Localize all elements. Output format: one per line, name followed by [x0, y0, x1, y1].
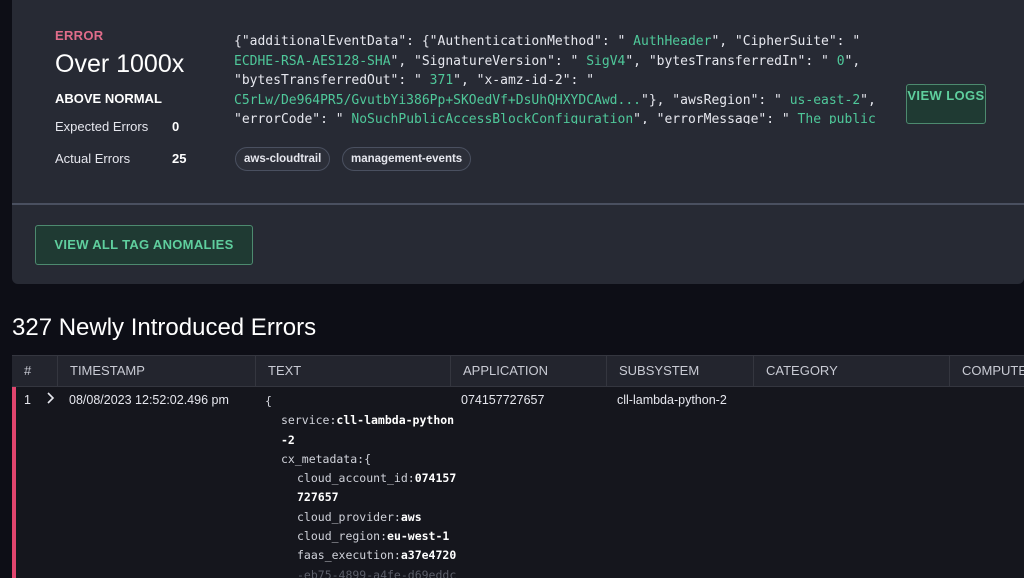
log-key: ", "x-amz-id-2": "	[453, 73, 595, 88]
view-all-tag-anomalies-button[interactable]: VIEW ALL TAG ANOMALIES	[35, 225, 253, 265]
json-key: {	[265, 394, 272, 408]
json-key: cloud_account_id:	[297, 471, 415, 486]
json-key: faas_execution:	[297, 548, 401, 563]
json-value: -eb75-4899-a4fe-d69eddc	[297, 567, 457, 578]
row-text-json: { service:cll-lambda-python -2 cx_metadata:…	[265, 392, 456, 578]
json-line: -eb75-4899-a4fe-d69eddc	[265, 566, 456, 578]
row-timestamp: 08/08/2023 12:52:02.496 pm	[69, 393, 229, 407]
column-header-index[interactable]: #	[12, 356, 58, 386]
tag-aws-cloudtrail[interactable]: aws-cloudtrail	[235, 147, 331, 171]
column-header-application[interactable]: APPLICATION	[451, 356, 607, 386]
log-sample-text: {"additionalEventData": {"Authentication…	[234, 32, 894, 124]
log-line: C5rLw/De964PR5/GvutbYi386Pp+SKOedVf+DsUh…	[234, 91, 894, 111]
log-value: 0	[836, 53, 845, 69]
expected-errors-value: 0	[172, 119, 180, 134]
log-value: NoSuchPublicAccessBlockConfiguration	[351, 112, 634, 124]
log-line: {"additionalEventData": {"Authentication…	[234, 32, 894, 52]
column-header-computer[interactable]: COMPUTER	[950, 356, 1024, 386]
json-line: service:cll-lambda-python	[265, 411, 454, 430]
actual-errors-label: Actual Errors	[55, 151, 131, 166]
json-line: cloud_provider:aws	[265, 508, 450, 527]
json-line: -2	[265, 431, 450, 450]
section-title: 327 Newly Introduced Errors	[12, 314, 317, 341]
json-value: cll-lambda-python	[336, 413, 455, 428]
json-key: cx_metadata:{	[281, 451, 372, 466]
row-subsystem: cll-lambda-python-2	[617, 393, 727, 407]
log-key: ", "CipherSuite": "	[711, 34, 861, 49]
row-index: 1	[24, 393, 31, 407]
log-key: ", "SignatureVersion": "	[390, 53, 587, 69]
json-line: 727657	[265, 488, 450, 507]
column-header-category[interactable]: CATEGORY	[754, 356, 950, 386]
json-value: eu-west-1	[387, 529, 450, 544]
log-line: ECDHE-RSA-AES128-SHA", "SignatureVersion…	[234, 52, 894, 72]
tag-management-events[interactable]: management-events	[342, 147, 472, 171]
json-line: cloud_region:eu-west-1	[265, 527, 450, 546]
log-key: "bytesTransferredOut": "	[234, 73, 430, 88]
log-value: SigV4	[586, 53, 626, 69]
actual-errors-value: 25	[172, 151, 187, 166]
table-header: # TIMESTAMP TEXT APPLICATION SUBSYSTEM C…	[12, 355, 1024, 387]
json-key: cloud_provider:	[297, 509, 401, 524]
log-key: ",	[844, 53, 861, 69]
log-key: ", "bytesTransferredIn": "	[625, 53, 837, 69]
json-line: cx_metadata:{	[265, 450, 450, 469]
error-count: Over 1000x	[55, 50, 185, 78]
log-value: AuthHeader	[633, 34, 712, 49]
json-line: faas_execution:a37e4720	[265, 546, 456, 565]
view-logs-button[interactable]: VIEW LOGS	[906, 84, 986, 124]
log-key: ",	[860, 92, 876, 108]
json-key: cloud_region:	[297, 529, 388, 544]
log-key: {"additionalEventData": {"Authentication…	[234, 34, 634, 49]
log-key: "errorCode": "	[234, 112, 352, 124]
log-value: The public	[797, 112, 876, 124]
log-value: C5rLw/De964PR5/GvutbYi386Pp+SKOedVf+DsUh…	[234, 92, 641, 108]
log-value: ECDHE-RSA-AES128-SHA	[234, 53, 391, 69]
json-value: 074157	[414, 471, 457, 486]
json-value: -2	[281, 432, 295, 447]
row-application: 074157727657	[461, 393, 545, 407]
json-value: a37e4720	[400, 548, 457, 563]
anomaly-card: ERROR Over 1000x ABOVE NORMAL Expected E…	[12, 0, 1024, 284]
expected-errors-label: Expected Errors	[55, 119, 149, 134]
log-line: "bytesTransferredOut": " 371", "x-amz-id…	[234, 71, 894, 91]
json-value: 727657	[297, 490, 339, 505]
json-value: aws	[400, 509, 422, 524]
card-divider	[12, 203, 1024, 205]
column-header-timestamp[interactable]: TIMESTAMP	[58, 356, 256, 386]
log-key: "}, "awsRegion": "	[641, 92, 790, 108]
row-severity-accent	[12, 387, 16, 578]
json-key: service:	[281, 413, 337, 428]
json-line: cloud_account_id:074157	[265, 469, 456, 488]
log-value: 371	[429, 73, 454, 88]
log-line: "errorCode": " NoSuchPublicAccessBlockCo…	[234, 110, 894, 124]
log-key: ", "errorMessage": "	[633, 112, 798, 124]
column-header-text[interactable]: TEXT	[256, 356, 451, 386]
json-line: {	[265, 392, 450, 411]
log-value: us-east-2	[789, 92, 861, 108]
column-header-subsystem[interactable]: SUBSYSTEM	[607, 356, 754, 386]
table-row[interactable]: 1 08/08/2023 12:52:02.496 pm {service:cl…	[12, 387, 1024, 578]
chevron-right-icon[interactable]	[46, 391, 56, 408]
error-severity-label: ERROR	[55, 28, 104, 43]
error-level: ABOVE NORMAL	[55, 91, 162, 106]
